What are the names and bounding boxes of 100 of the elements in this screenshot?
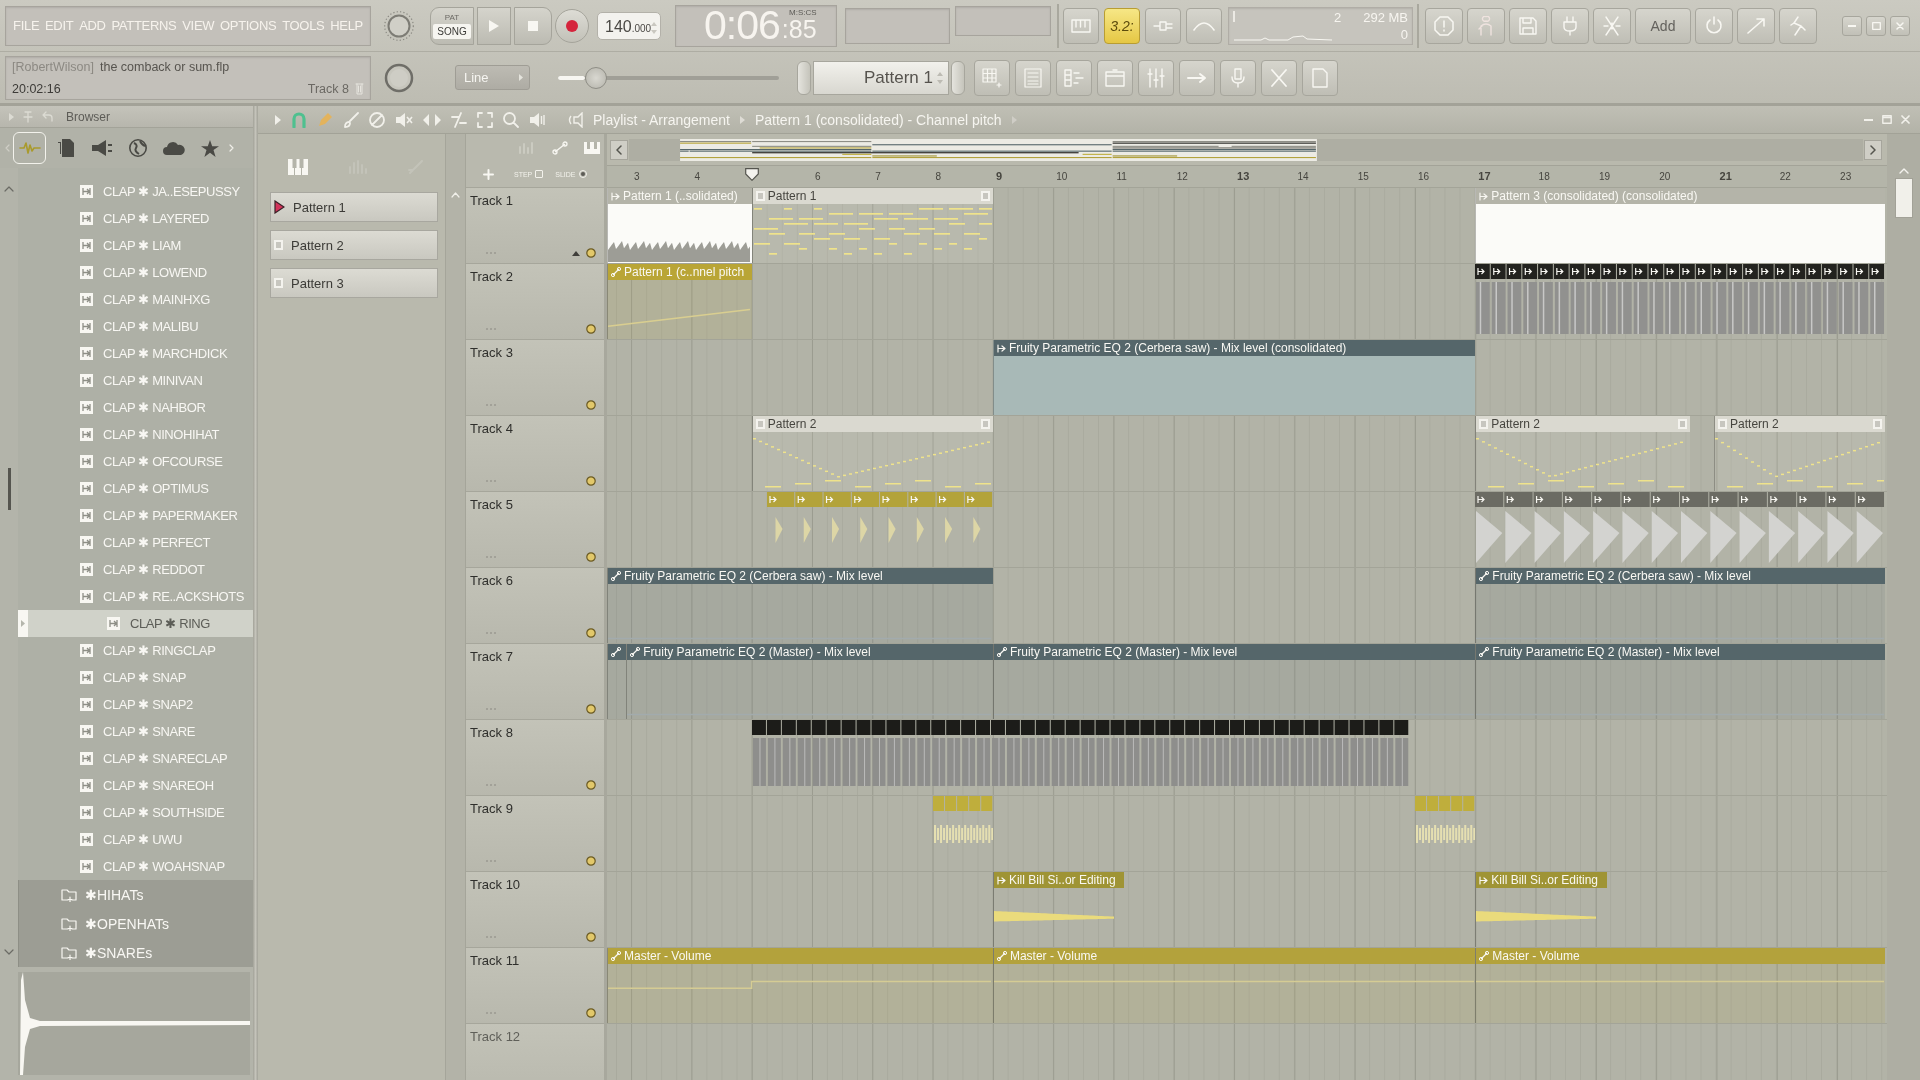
playlist-clip[interactable]: Fruity Parametric EQ 2 (Master) - Mix level xyxy=(626,644,993,719)
playlist-clip[interactable]: Pattern 1 xyxy=(751,188,993,263)
mute-led-icon[interactable] xyxy=(586,248,596,258)
toolbar-button[interactable] xyxy=(1179,59,1215,96)
mute-led-icon[interactable] xyxy=(586,856,596,866)
arrows-icon[interactable] xyxy=(423,112,441,127)
minimize-button[interactable] xyxy=(1864,118,1873,121)
pattern-item[interactable]: Pattern 3 xyxy=(270,268,438,298)
pattern-item[interactable]: Pattern 2 xyxy=(270,230,438,260)
playlist-clip[interactable]: Pattern 1 (c..nnel pitch xyxy=(607,264,752,339)
toolbar-button[interactable] xyxy=(1467,7,1505,44)
playlist-clip[interactable]: Pattern 3 (consolidated) (consolidated) xyxy=(1475,188,1886,263)
undo-icon[interactable] xyxy=(42,111,53,122)
toolbar-button[interactable] xyxy=(1261,59,1297,96)
triangle-icon[interactable] xyxy=(9,112,14,121)
browser-item[interactable]: CLAP ✱ UWU xyxy=(18,826,253,853)
browser-item[interactable]: CLAP ✱ REDDOT xyxy=(18,556,253,583)
snap-dropdown[interactable]: Line xyxy=(455,65,530,90)
toolbar-button[interactable] xyxy=(1779,7,1817,44)
playlist-clip[interactable]: Master - Volume xyxy=(992,948,1476,1023)
browser-item[interactable]: CLAP ✱ RINGCLAP xyxy=(18,637,253,664)
browser-item[interactable]: CLAP ✱ PERFECT xyxy=(18,529,253,556)
plus-icon[interactable] xyxy=(483,168,494,180)
playlist-clip[interactable]: Pattern 1 (..solidated) xyxy=(607,188,752,263)
browser-item[interactable]: CLAP ✱ SNARECLAP xyxy=(18,745,253,772)
side-button[interactable] xyxy=(951,60,965,95)
browser-item[interactable]: CLAP ✱ RE..ACKSHOTS xyxy=(18,583,253,610)
playlist-clip[interactable]: Pattern 2 xyxy=(1475,416,1690,491)
scrollbar-thumb[interactable] xyxy=(7,468,11,510)
browser-item[interactable]: CLAP ✱ MALIBU xyxy=(18,313,253,340)
mute-led-icon[interactable] xyxy=(586,324,596,334)
playlist-overview[interactable] xyxy=(629,138,1863,161)
stop-button[interactable] xyxy=(514,6,552,45)
playlist-clip[interactable] xyxy=(607,644,627,719)
toolbar-button[interactable] xyxy=(1097,59,1133,96)
browser-item[interactable]: CLAP ✱ NAHBOR xyxy=(18,394,253,421)
toolbar-button[interactable] xyxy=(974,59,1010,96)
toolbar-button[interactable] xyxy=(1302,59,1338,96)
knob[interactable] xyxy=(384,10,414,41)
toolbar-button[interactable] xyxy=(1220,59,1256,96)
minimize-button[interactable] xyxy=(1842,15,1862,36)
browser-item[interactable]: CLAP ✱ OFCOURSE xyxy=(18,448,253,475)
prohibited-icon[interactable] xyxy=(369,111,385,128)
browser-item[interactable]: CLAP ✱ OPTIMUS xyxy=(18,475,253,502)
toolbar-button[interactable] xyxy=(1509,7,1547,44)
magnet-icon[interactable] xyxy=(291,111,307,128)
playlist-clip[interactable]: Pattern 2 xyxy=(1714,416,1886,491)
mute-led-icon[interactable] xyxy=(586,476,596,486)
browser-item[interactable]: CLAP ✱ MAINHXG xyxy=(18,286,253,313)
breadcrumb[interactable]: Pattern 1 (consolidated) - Channel pitch xyxy=(754,111,1002,128)
add-button[interactable]: Add xyxy=(1635,7,1691,44)
zoom-icon[interactable] xyxy=(503,111,519,128)
playlist-clip[interactable]: Master - Volume xyxy=(1475,948,1886,1023)
mute-led-icon[interactable] xyxy=(586,780,596,790)
record-button[interactable] xyxy=(555,8,589,43)
line-node-icon[interactable] xyxy=(552,140,568,155)
playlist-clip[interactable]: Fruity Parametric EQ 2 (Cerbera saw) - Mix level xyxy=(607,568,993,643)
browser-item[interactable]: CLAP ✱ JA..ESEPUSSY xyxy=(18,178,253,205)
toolbar-button[interactable] xyxy=(1056,59,1092,96)
browser-item[interactable]: CLAP ✱ LOWEND xyxy=(18,259,253,286)
browser-item[interactable]: CLAP ✱ MINIVAN xyxy=(18,367,253,394)
side-button[interactable] xyxy=(797,60,811,95)
slider-thumb[interactable] xyxy=(584,66,607,89)
pattern-item[interactable]: Pattern 1 xyxy=(270,192,438,222)
browser-item[interactable]: CLAP ✱ NINOHIHAT xyxy=(18,421,253,448)
brush-icon[interactable] xyxy=(343,111,359,128)
browser-item[interactable]: CLAP ✱ WOAHSNAP xyxy=(18,853,253,880)
play-button[interactable] xyxy=(477,6,511,45)
piano-icon[interactable] xyxy=(584,141,600,154)
playlist-clip[interactable]: Fruity Parametric EQ 2 (Cerbera saw) - Mix level (consolidated) xyxy=(992,340,1476,415)
tempo-display[interactable]: 140.000 xyxy=(597,11,661,40)
chevron-down-icon[interactable] xyxy=(4,949,14,955)
scroll-button[interactable] xyxy=(610,139,628,160)
browser-item[interactable]: CLAP ✱ LIAM xyxy=(18,232,253,259)
pin-icon[interactable] xyxy=(23,110,33,123)
browser-item[interactable]: CLAP ✱ SNARE xyxy=(18,718,253,745)
mute-led-icon[interactable] xyxy=(586,1008,596,1018)
playlist-clip[interactable]: Fruity Parametric EQ 2 (Cerbera saw) - Mix level xyxy=(1475,568,1886,643)
mute-led-icon[interactable] xyxy=(586,400,596,410)
playhead-marker[interactable] xyxy=(744,168,759,181)
toolbar-button[interactable] xyxy=(1186,7,1222,44)
toolbar-button[interactable] xyxy=(1551,7,1589,44)
playlist-clip[interactable]: Master - Volume xyxy=(607,948,993,1023)
triangle-up-icon[interactable] xyxy=(572,250,580,256)
browser-tab[interactable] xyxy=(13,132,46,164)
playlist-clip[interactable]: Fruity Parametric EQ 2 (Master) - Mix level xyxy=(992,644,1476,719)
toolbar-button[interactable] xyxy=(1695,7,1733,44)
checkbox[interactable] xyxy=(535,170,544,178)
toolbar-button[interactable] xyxy=(1063,7,1099,44)
triangle-icon[interactable] xyxy=(275,114,281,125)
mute-icon[interactable] xyxy=(395,111,413,128)
slice-icon[interactable] xyxy=(451,111,467,128)
browser-item[interactable]: CLAP ✱ SNAP2 xyxy=(18,691,253,718)
browser-item[interactable]: CLAP ✱ LAYERED xyxy=(18,205,253,232)
song-mode-toggle[interactable]: PAT SONG xyxy=(430,6,474,45)
playlist-clip[interactable]: Kill Bill Si..or Editing xyxy=(1475,872,1607,947)
track-header[interactable]: Track 12 xyxy=(466,1023,604,1080)
chevron-up-icon[interactable] xyxy=(4,186,14,192)
toolbar-button[interactable] xyxy=(1145,7,1181,44)
pencil-icon[interactable] xyxy=(317,111,333,128)
